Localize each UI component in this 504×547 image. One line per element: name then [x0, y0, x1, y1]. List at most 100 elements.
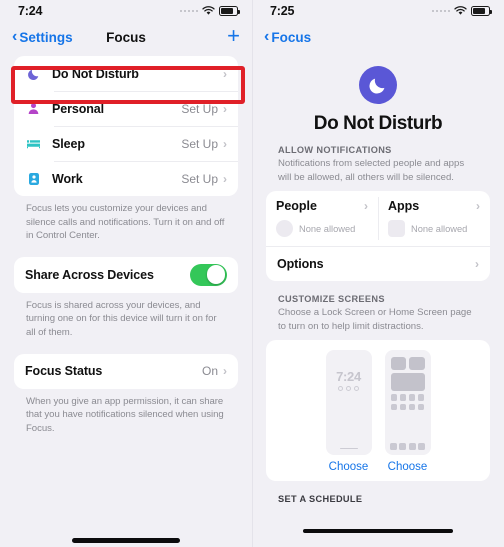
share-across-devices-toggle[interactable]	[190, 263, 227, 286]
status-time: 7:24	[18, 4, 43, 18]
apps-status: None allowed	[411, 223, 468, 234]
people-status: None allowed	[299, 223, 356, 234]
home-preview-dock	[389, 443, 426, 451]
home-preview-icon-row	[390, 403, 425, 411]
dnd-title: Do Not Disturb	[313, 113, 443, 134]
row-accessory: Set Up ›	[181, 137, 227, 151]
focus-item-sleep[interactable]: Sleep Set Up ›	[14, 126, 238, 161]
choose-home-screen-button[interactable]: Choose	[388, 461, 428, 473]
focus-item-do-not-disturb[interactable]: Do Not Disturb ›	[14, 56, 238, 91]
left-status-bar: 7:24	[0, 0, 252, 22]
chevron-right-icon: ›	[223, 101, 227, 116]
row-accessory: ›	[223, 68, 227, 80]
right-phone-screen: 7:25 ‹ Focus Do Not Disturb ALLOW NOTIFI	[252, 0, 504, 547]
share-across-devices-card: Share Across Devices	[14, 256, 238, 293]
apps-tile-header: Apps ›	[388, 199, 480, 213]
choose-lock-screen-button[interactable]: Choose	[329, 461, 369, 473]
focus-status-card: Focus Status On ›	[14, 353, 238, 389]
home-indicator	[303, 529, 453, 533]
person-icon	[25, 100, 42, 117]
home-preview-widget-row	[390, 357, 425, 371]
bed-icon	[25, 135, 42, 152]
focus-item-personal[interactable]: Personal Set Up ›	[14, 91, 238, 126]
chevron-right-icon: ›	[223, 364, 227, 379]
chevron-left-icon: ‹	[264, 27, 270, 45]
share-label: Share Across Devices	[25, 267, 154, 282]
focus-status-value: On	[201, 364, 218, 379]
battery-icon	[219, 6, 240, 16]
status-indicators	[179, 6, 240, 16]
plus-icon[interactable]: +	[227, 24, 240, 50]
chevron-left-icon: ‹	[12, 27, 18, 45]
lock-preview-home-bar	[339, 447, 358, 450]
set-a-schedule-header: SET A SCHEDULE	[278, 494, 363, 505]
briefcase-icon	[25, 170, 42, 187]
chevron-right-icon: ›	[475, 257, 479, 272]
people-title: People	[276, 199, 317, 214]
chevron-right-icon: ›	[223, 136, 227, 151]
customize-screens-header: CUSTOMIZE SCREENS	[278, 294, 385, 305]
focus-item-label: Do Not Disturb	[52, 66, 139, 81]
people-tile-status: None allowed	[276, 220, 368, 238]
battery-icon	[471, 6, 492, 16]
focus-item-label: Work	[52, 171, 83, 186]
home-indicator	[72, 538, 180, 543]
chevron-right-icon: ›	[476, 199, 480, 214]
people-tile-header: People ›	[276, 199, 368, 213]
right-status-bar: 7:25	[252, 0, 504, 22]
focus-list-card: Do Not Disturb › Personal Set Up › Sleep…	[14, 56, 238, 196]
share-across-devices-row[interactable]: Share Across Devices	[14, 257, 238, 293]
status-time: 7:25	[270, 4, 295, 18]
left-nav-bar: ‹ Settings Focus +	[0, 22, 252, 52]
back-label: Focus	[271, 29, 312, 45]
allow-notifications-header: ALLOW NOTIFICATIONS	[278, 145, 392, 155]
back-label: Settings	[19, 29, 73, 45]
home-screen-column: Choose	[384, 350, 431, 473]
focus-status-footnote: When you give an app permission, it can …	[26, 395, 224, 434]
wifi-icon	[454, 6, 467, 16]
row-accessory: Set Up ›	[181, 102, 227, 116]
signal-dots-icon	[431, 9, 450, 13]
focus-item-work[interactable]: Work Set Up ›	[14, 161, 238, 196]
options-label: Options	[277, 257, 324, 272]
apps-tile[interactable]: Apps › None allowed	[378, 191, 490, 246]
row-accessory	[190, 263, 227, 286]
focus-status-label: Focus Status	[25, 364, 103, 379]
signal-dots-icon	[179, 9, 198, 13]
back-to-focus-button[interactable]: ‹ Focus	[264, 27, 312, 45]
screen-divider	[252, 0, 253, 547]
people-apps-split: People › None allowed Apps › None allowe…	[266, 191, 490, 246]
home-preview-grid	[385, 350, 431, 411]
dual-phone-screenshot: 7:24 ‹ Settings Focus + Do Not Disturb ›…	[0, 0, 504, 547]
focus-status-row[interactable]: Focus Status On ›	[14, 354, 238, 389]
chevron-right-icon: ›	[364, 199, 368, 214]
lock-preview-time: 7:24	[336, 369, 361, 385]
back-to-settings-button[interactable]: ‹ Settings	[12, 27, 73, 45]
wifi-icon	[202, 6, 215, 16]
app-placeholder-square	[388, 220, 405, 238]
lock-screen-column: 7:24 Choose	[325, 350, 372, 473]
screen-previews: 7:24 Choose Choose	[266, 350, 490, 473]
status-indicators	[431, 6, 492, 16]
options-row[interactable]: Options ›	[266, 246, 490, 281]
lock-screen-preview[interactable]: 7:24	[325, 350, 372, 456]
people-tile[interactable]: People › None allowed	[266, 191, 378, 246]
apps-title: Apps	[388, 199, 420, 214]
customize-screens-card: 7:24 Choose Choose	[266, 340, 490, 482]
home-screen-preview[interactable]	[384, 350, 431, 456]
row-accessory: ›	[475, 258, 479, 270]
share-footnote: Focus is shared across your devices, and…	[26, 299, 217, 339]
apps-tile-status: None allowed	[388, 220, 480, 238]
dnd-hero: Do Not Disturb	[252, 52, 504, 145]
allow-notifications-subtitle: Notifications from selected people and a…	[278, 158, 465, 183]
row-accessory: On ›	[202, 364, 227, 378]
moon-icon	[359, 66, 397, 104]
row-accessory: Set Up ›	[181, 172, 227, 186]
person-placeholder-circle	[276, 220, 293, 238]
home-preview-icon-row	[390, 394, 425, 402]
focus-item-label: Personal	[52, 101, 105, 116]
chevron-right-icon: ›	[223, 171, 227, 186]
chevron-right-icon: ›	[223, 66, 227, 81]
customize-screens-subtitle: Choose a Lock Screen or Home Screen page…	[278, 307, 472, 332]
left-content: Do Not Disturb › Personal Set Up › Sleep…	[0, 56, 252, 435]
